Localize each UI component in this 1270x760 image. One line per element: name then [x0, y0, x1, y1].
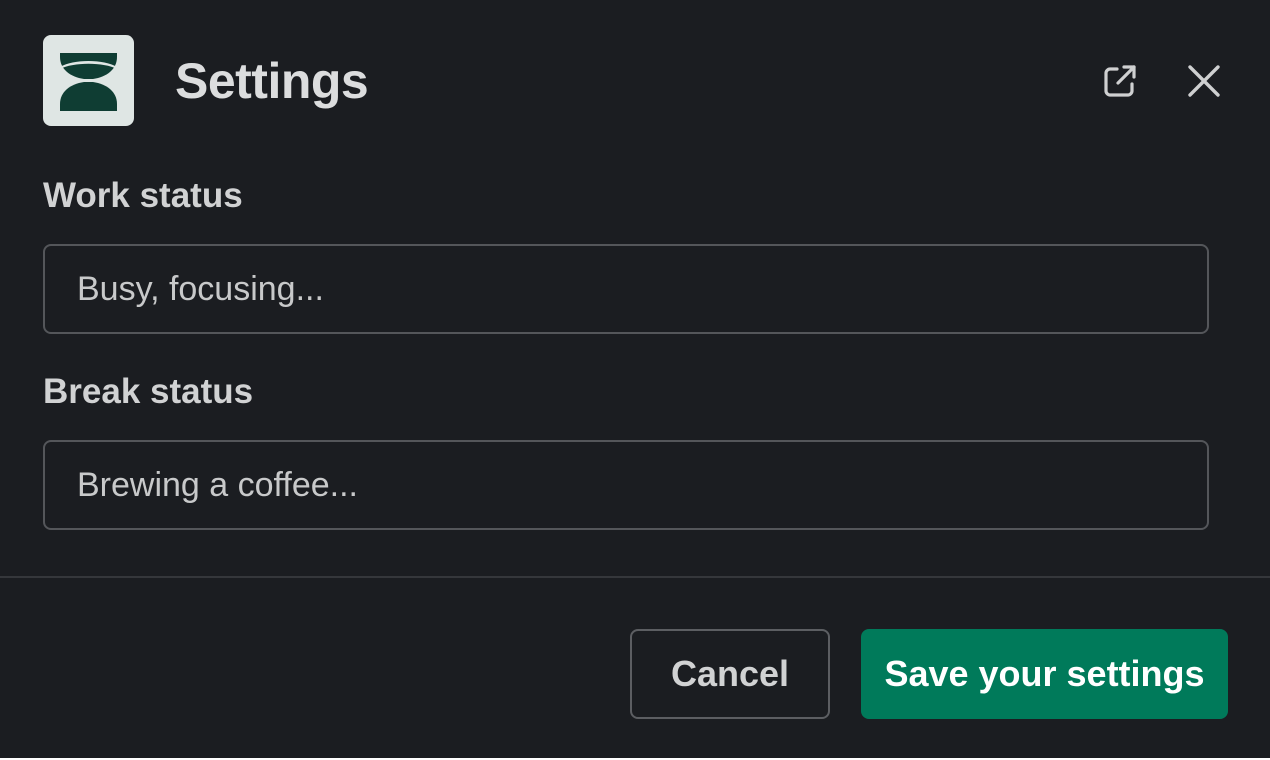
open-in-new-window-icon[interactable] — [1100, 61, 1140, 101]
break-status-label: Break status — [43, 372, 254, 411]
work-status-input[interactable] — [43, 244, 1209, 334]
modal-header: Settings — [43, 35, 1224, 126]
footer-divider — [0, 576, 1270, 578]
hourglass-logo-icon — [43, 35, 134, 126]
close-icon[interactable] — [1184, 61, 1224, 101]
break-status-input[interactable] — [43, 440, 1209, 530]
save-settings-button[interactable]: Save your settings — [861, 629, 1228, 719]
cancel-button[interactable]: Cancel — [630, 629, 830, 719]
page-title: Settings — [175, 52, 369, 109]
settings-modal: Settings Work status Break status Cancel… — [0, 0, 1270, 758]
header-actions — [1100, 61, 1224, 101]
work-status-label: Work status — [43, 176, 243, 215]
